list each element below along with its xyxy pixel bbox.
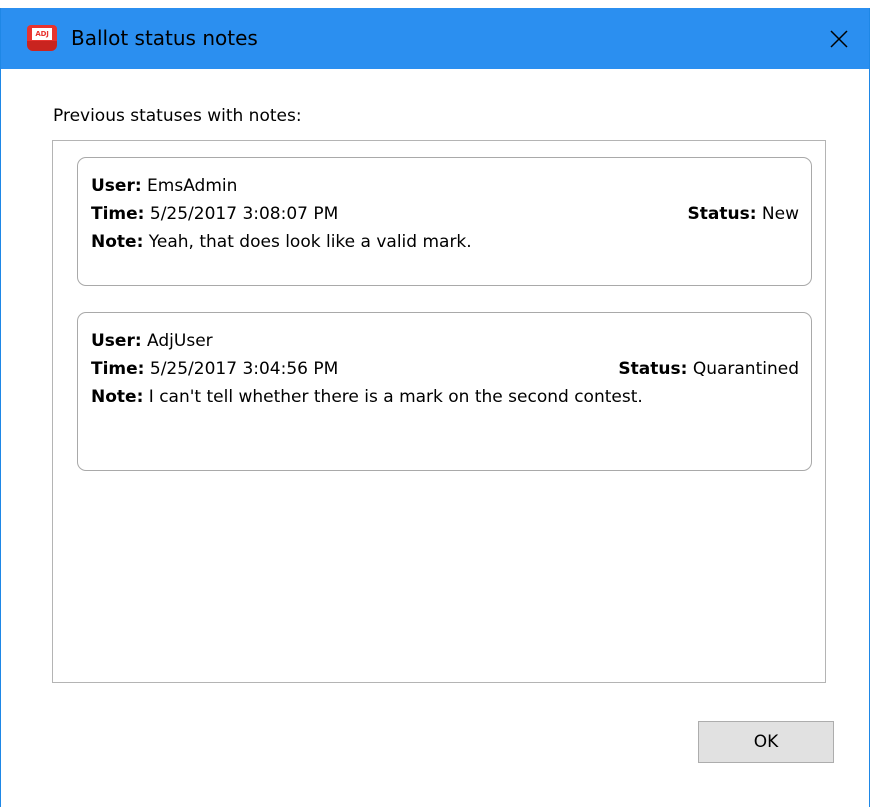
user-value: EmsAdmin: [147, 176, 238, 196]
user-label: User:: [91, 331, 142, 351]
note-card: User: AdjUser Time: 5/25/2017 3:04:56 PM…: [77, 312, 812, 471]
time-label: Time:: [91, 204, 145, 224]
user-row: User: AdjUser: [91, 327, 799, 355]
dialog-window: ADJ Ballot status notes Previous statuse…: [0, 8, 870, 807]
close-button[interactable]: [809, 8, 869, 69]
status-label: Status:: [618, 359, 688, 379]
note-row: Note: I can't tell whether there is a ma…: [91, 383, 799, 411]
note-value: Yeah, that does look like a valid mark.: [148, 232, 472, 252]
time-value: 5/25/2017 3:04:56 PM: [149, 359, 339, 379]
close-icon: [830, 29, 848, 48]
time-row: Time: 5/25/2017 3:08:07 PM Status: New: [91, 200, 799, 228]
note-label: Note:: [91, 232, 144, 252]
status-value: Quarantined: [692, 359, 799, 379]
user-value: AdjUser: [147, 331, 213, 351]
user-label: User:: [91, 176, 142, 196]
note-row: Note: Yeah, that does look like a valid …: [91, 228, 799, 256]
status-field: Status: Quarantined: [618, 355, 799, 383]
status-field: Status: New: [688, 200, 800, 228]
status-value: New: [761, 204, 799, 224]
title-bar: ADJ Ballot status notes: [1, 8, 869, 69]
notes-list[interactable]: User: EmsAdmin Time: 5/25/2017 3:08:07 P…: [52, 140, 826, 683]
time-label: Time:: [91, 359, 145, 379]
note-value: I can't tell whether there is a mark on …: [148, 387, 643, 407]
status-label: Status:: [687, 204, 757, 224]
list-label: Previous statuses with notes:: [53, 106, 302, 126]
user-row: User: EmsAdmin: [91, 172, 799, 200]
note-label: Note:: [91, 387, 144, 407]
top-strip: [0, 0, 870, 8]
app-icon: ADJ: [27, 25, 57, 51]
note-card: User: EmsAdmin Time: 5/25/2017 3:08:07 P…: [77, 157, 812, 286]
app-icon-label: ADJ: [32, 28, 52, 40]
app-icon-tray: [27, 41, 57, 51]
window-title: Ballot status notes: [71, 26, 258, 50]
ok-button[interactable]: OK: [698, 721, 834, 763]
time-row: Time: 5/25/2017 3:04:56 PM Status: Quara…: [91, 355, 799, 383]
time-value: 5/25/2017 3:08:07 PM: [149, 204, 339, 224]
